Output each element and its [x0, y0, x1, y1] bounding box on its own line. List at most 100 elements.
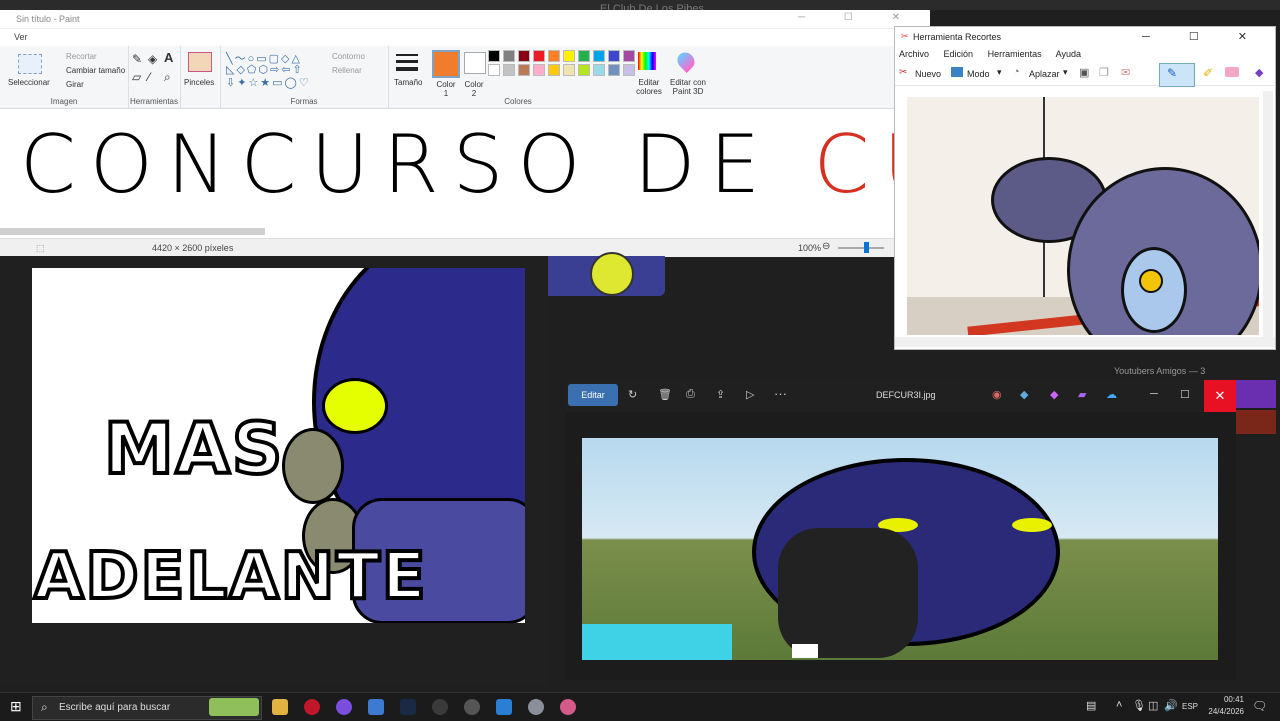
paint3d-icon[interactable]	[673, 48, 699, 74]
menu-ayuda[interactable]: Ayuda	[1056, 49, 1081, 59]
app-icon[interactable]	[336, 699, 352, 715]
palette-swatch[interactable]	[578, 64, 590, 76]
palette-swatch[interactable]	[623, 64, 635, 76]
palette-swatch[interactable]	[533, 50, 545, 62]
tray-app-icon[interactable]: ▤	[1086, 699, 1096, 712]
color1-label[interactable]: Color 1	[434, 80, 458, 98]
magnifier-icon[interactable]: ⌕	[164, 70, 171, 85]
app-icon[interactable]	[368, 699, 384, 715]
menu-ver[interactable]: Ver	[14, 32, 28, 42]
save-icon[interactable]: ▣	[1079, 66, 1089, 79]
app-icon[interactable]: ▰	[1078, 388, 1086, 401]
color-picker-icon[interactable]: ⁄	[148, 70, 150, 84]
rotate-button[interactable]: Girar	[66, 80, 84, 89]
language-indicator[interactable]: ESP	[1182, 702, 1198, 711]
slideshow-icon[interactable]: ▷	[746, 388, 754, 401]
menu-herramientas[interactable]: Herramientas	[988, 49, 1042, 59]
eraser-icon[interactable]	[1225, 67, 1239, 77]
app-icon[interactable]	[496, 699, 512, 715]
delete-icon[interactable]: 🗑	[658, 388, 672, 401]
palette-swatch[interactable]	[488, 50, 500, 62]
new-button[interactable]: Nuevo	[915, 69, 941, 79]
volume-icon[interactable]: 🔊	[1164, 699, 1178, 712]
app-icon[interactable]: ◆	[1050, 388, 1058, 401]
color2-label[interactable]: Color 2	[462, 80, 486, 98]
resize-button[interactable]: Cambiar tamaño	[66, 66, 125, 75]
pen-icon[interactable]: ✎	[1167, 66, 1177, 80]
paint-canvas[interactable]: CONCURSO DE CURIS	[0, 110, 1114, 230]
outline-button[interactable]: Contorno	[332, 52, 365, 61]
crop-button[interactable]: Recortar	[66, 52, 97, 61]
palette-swatch[interactable]	[563, 50, 575, 62]
onedrive-icon[interactable]: ☁	[1106, 388, 1117, 401]
palette-swatch[interactable]	[548, 50, 560, 62]
snipping-horizontal-scrollbar[interactable]	[895, 337, 1275, 347]
palette-swatch[interactable]	[608, 50, 620, 62]
print-icon[interactable]: ⎙	[686, 388, 695, 401]
snipping-vertical-scrollbar[interactable]	[1263, 91, 1273, 339]
shapes-gallery-row2-icon[interactable]: ◺◇⬠⬡⇨⇦⇧	[226, 63, 304, 76]
brushes-button[interactable]: Pinceles	[184, 78, 214, 87]
close-button[interactable]: ✕	[1204, 380, 1236, 412]
network-icon[interactable]: ◫	[1148, 699, 1158, 712]
paint-horizontal-scrollbar[interactable]	[0, 228, 265, 235]
size-button[interactable]: Tamaño	[394, 78, 422, 87]
palette-swatch[interactable]	[578, 50, 590, 62]
palette-swatch[interactable]	[593, 50, 605, 62]
windows-start-icon[interactable]: ⊞	[10, 698, 22, 715]
snipping-tool-taskbar-icon[interactable]	[560, 699, 576, 715]
send-icon[interactable]: ✉	[1121, 66, 1130, 79]
shapes-gallery-row3-icon[interactable]: ⇩✦☆★▭◯♡	[226, 76, 311, 89]
chevron-down-icon[interactable]: ▾	[997, 67, 1002, 78]
eraser-icon[interactable]: ▱	[132, 70, 141, 84]
clock-time[interactable]: 00:41	[1224, 695, 1244, 704]
maximize-icon[interactable]: ☐	[1180, 388, 1190, 401]
paint-window-controls[interactable]: ─ ☐ ✕	[798, 12, 918, 23]
steam-icon[interactable]	[400, 699, 416, 715]
chevron-down-icon[interactable]: ▾	[1063, 67, 1068, 78]
microphone-icon[interactable]: 🎙	[1132, 699, 1146, 712]
app-icon[interactable]	[528, 699, 544, 715]
mode-button[interactable]: Modo	[967, 69, 990, 79]
snipping-window-controls[interactable]: ─ ☐ ✕	[1142, 30, 1265, 43]
fill-button[interactable]: Rellenar	[332, 66, 362, 75]
palette-swatch[interactable]	[518, 50, 530, 62]
color2-swatch[interactable]	[464, 52, 486, 74]
palette-swatch[interactable]	[548, 64, 560, 76]
text-tool-icon[interactable]: A	[164, 50, 173, 65]
edit-button[interactable]: Editar	[568, 384, 618, 406]
select-icon[interactable]	[18, 54, 42, 74]
edit-colors-icon[interactable]	[638, 52, 656, 70]
app-icon[interactable]: ◉	[992, 388, 1002, 401]
zoom-slider[interactable]	[838, 247, 884, 249]
highlighter-icon[interactable]: ✐	[1203, 66, 1213, 80]
notifications-icon[interactable]: 🗨	[1252, 699, 1267, 713]
app-icon[interactable]	[432, 699, 448, 715]
minimize-icon[interactable]: ─	[1150, 388, 1158, 400]
zoom-slider-thumb[interactable]	[864, 242, 869, 253]
select-button[interactable]: Seleccionar	[8, 78, 50, 87]
clock-date[interactable]: 24/4/2026	[1208, 707, 1244, 716]
pencil-icon[interactable]: ✎	[132, 52, 142, 66]
brush-icon[interactable]	[188, 52, 212, 72]
palette-swatch[interactable]	[503, 64, 515, 76]
palette-swatch[interactable]	[608, 64, 620, 76]
file-explorer-icon[interactable]	[272, 699, 288, 715]
fill-icon[interactable]: ◈	[148, 52, 157, 66]
delay-button[interactable]: Aplazar	[1029, 69, 1060, 79]
color1-swatch[interactable]	[432, 50, 460, 78]
app-icon[interactable]	[464, 699, 480, 715]
opera-icon[interactable]	[304, 699, 320, 715]
edit-colors-button[interactable]: Editar colores	[632, 78, 666, 96]
app-icon[interactable]: ◆	[1020, 388, 1028, 401]
palette-swatch[interactable]	[518, 64, 530, 76]
taskbar-search-box[interactable]: ⌕ Escribe aquí para buscar	[32, 696, 262, 720]
new-snip-icon[interactable]: ✂	[899, 67, 907, 78]
copy-icon[interactable]: ❐	[1099, 66, 1109, 79]
paint3d-button[interactable]: Editar con Paint 3D	[666, 78, 710, 96]
palette-swatch[interactable]	[503, 50, 515, 62]
more-options-icon[interactable]: ···	[774, 386, 787, 401]
menu-edicion[interactable]: Edición	[944, 49, 974, 59]
share-icon[interactable]: ⇪	[716, 388, 725, 401]
zoom-out-icon[interactable]: ⊖	[822, 241, 830, 252]
